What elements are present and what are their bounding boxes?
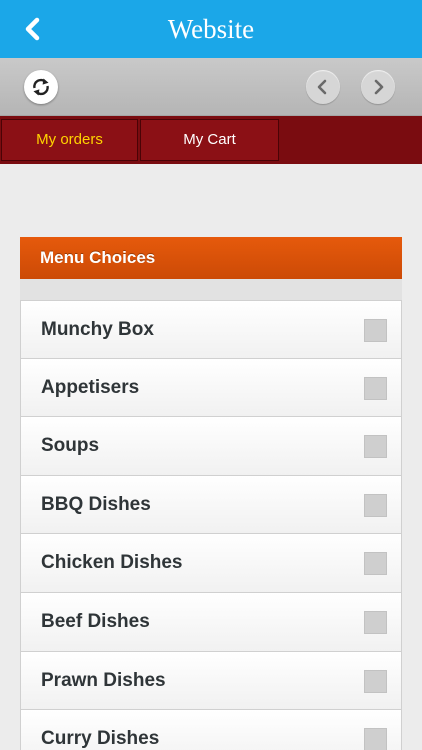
checkbox[interactable]	[364, 376, 387, 400]
list-item-label: BBQ Dishes	[41, 493, 151, 515]
checkbox[interactable]	[364, 493, 387, 517]
tab-my-cart[interactable]: My Cart	[140, 119, 279, 161]
chevron-right-icon	[374, 79, 384, 95]
list-item-label: Curry Dishes	[41, 728, 160, 750]
refresh-icon	[33, 78, 49, 96]
tab-my-orders[interactable]: My orders	[1, 119, 138, 161]
tab-bar: My orders My Cart	[0, 116, 422, 164]
list-item[interactable]: Munchy Box	[20, 300, 402, 359]
list-item[interactable]: Appetisers	[20, 358, 402, 418]
list-item[interactable]: Chicken Dishes	[20, 534, 402, 593]
list-item[interactable]: Curry Dishes	[20, 710, 402, 750]
refresh-button[interactable]	[24, 70, 58, 104]
checkbox[interactable]	[364, 610, 387, 634]
list-item-label: Prawn Dishes	[41, 669, 166, 691]
list-item-label: Soups	[41, 435, 100, 457]
checkbox[interactable]	[364, 435, 387, 459]
list-item[interactable]: Beef Dishes	[20, 592, 402, 652]
browser-toolbar	[0, 58, 422, 116]
list-item-label: Appetisers	[41, 376, 140, 398]
list-item-label: Chicken Dishes	[41, 552, 183, 574]
checkbox[interactable]	[364, 552, 387, 576]
menu-choices-list: Munchy Box Appetisers Soups BBQ Dishes C…	[20, 300, 402, 750]
panel-spacer	[20, 279, 402, 300]
checkbox[interactable]	[364, 669, 387, 693]
checkbox[interactable]	[364, 728, 387, 750]
checkbox[interactable]	[364, 319, 387, 342]
list-item-label: Beef Dishes	[41, 610, 150, 632]
list-item[interactable]: Prawn Dishes	[20, 651, 402, 711]
forward-nav-button[interactable]	[361, 70, 395, 104]
back-nav-button[interactable]	[306, 70, 340, 104]
list-item[interactable]: Soups	[20, 417, 402, 476]
menu-choices-header: Menu Choices	[20, 237, 402, 279]
page-title: Website	[167, 14, 255, 44]
title-bar: Website	[0, 0, 422, 58]
list-item-label: Munchy Box	[41, 319, 154, 340]
list-item[interactable]: BBQ Dishes	[20, 475, 402, 535]
chevron-left-icon	[317, 79, 327, 95]
